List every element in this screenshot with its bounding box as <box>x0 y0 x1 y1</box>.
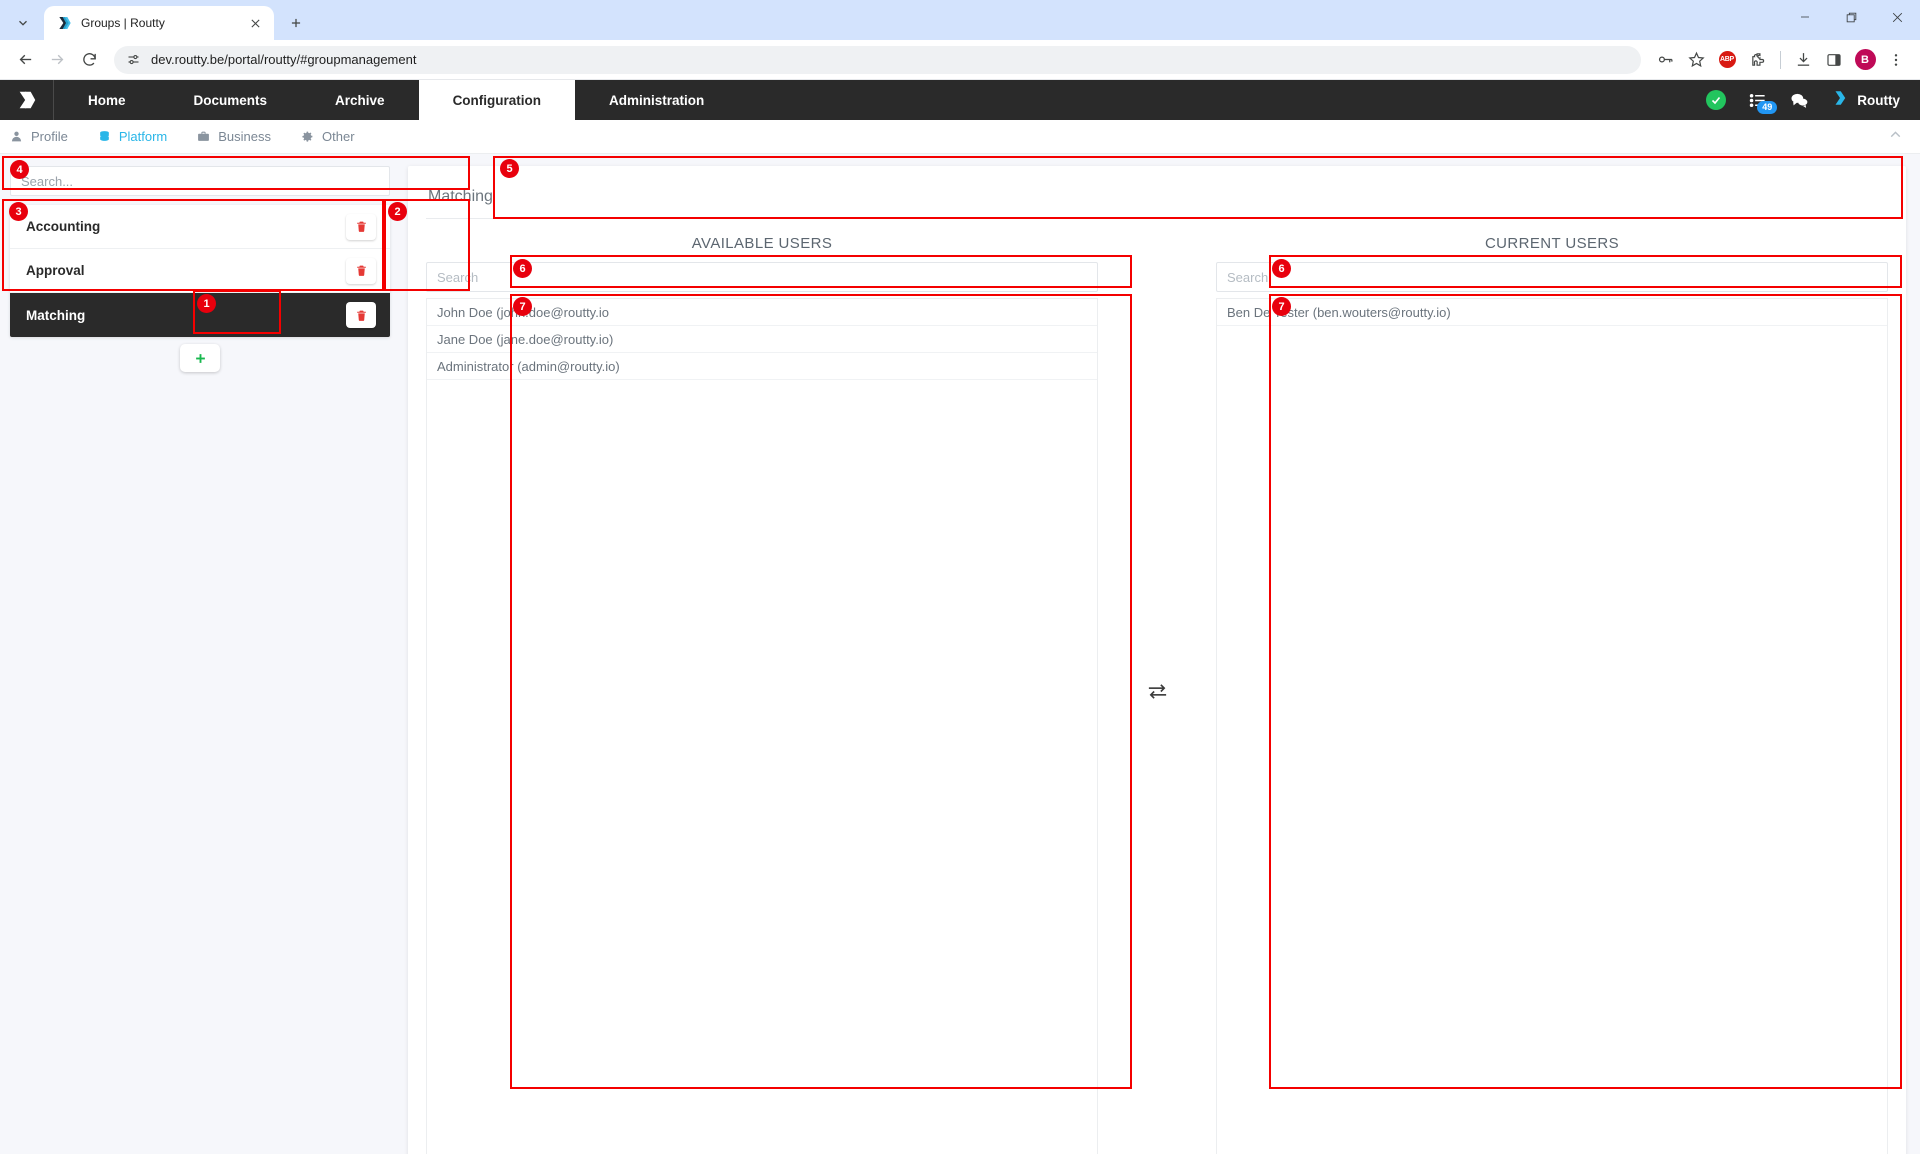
close-window-icon[interactable] <box>1874 0 1920 34</box>
nav-user[interactable]: Routty <box>1831 88 1900 113</box>
add-group-button[interactable] <box>180 344 220 372</box>
available-users-column: AVAILABLE USERS John Doe (john.doe@routt… <box>426 229 1098 1154</box>
annotation-badge-5: 5 <box>500 159 519 178</box>
group-name-input[interactable] <box>426 180 1888 219</box>
nav-user-name: Routty <box>1857 93 1900 108</box>
downloads-icon[interactable] <box>1789 46 1817 74</box>
current-users-search-input[interactable] <box>1216 262 1888 292</box>
close-icon[interactable] <box>246 14 264 32</box>
group-list: Accounting Approval Matching <box>10 205 390 337</box>
database-icon <box>98 130 111 143</box>
app-top-nav: Home Documents Archive Configuration Adm… <box>0 80 1920 120</box>
side-panel-icon[interactable] <box>1820 46 1848 74</box>
available-users-list[interactable]: John Doe (john.doe@routty.io Jane Doe (j… <box>426 298 1098 1154</box>
password-key-icon[interactable] <box>1651 46 1679 74</box>
routty-logo-icon <box>56 15 72 31</box>
new-tab-button[interactable] <box>282 9 310 37</box>
available-users-title: AVAILABLE USERS <box>426 229 1098 262</box>
delete-group-button[interactable] <box>346 214 376 240</box>
group-detail-card: AVAILABLE USERS John Doe (john.doe@routt… <box>408 166 1906 1154</box>
sub-nav-label-business: Business <box>218 129 271 144</box>
arrow-left-icon[interactable] <box>10 45 40 75</box>
routty-chevron-logo[interactable] <box>0 80 54 120</box>
url-text: dev.routty.be/portal/routty/#groupmanage… <box>151 52 1629 67</box>
add-group-row <box>10 344 390 372</box>
annotation-badge-1: 1 <box>197 294 216 313</box>
briefcase-icon <box>197 130 210 143</box>
browser-tab[interactable]: Groups | Routty <box>44 6 274 40</box>
annotation-badge-7-current: 7 <box>1272 297 1291 316</box>
group-row[interactable]: Accounting <box>10 205 390 249</box>
tune-icon[interactable] <box>126 52 141 67</box>
status-ok-badge <box>1706 90 1726 110</box>
sub-nav-item-business[interactable]: Business <box>197 129 271 144</box>
toolbar-divider <box>1780 51 1781 69</box>
annotation-badge-2: 2 <box>388 202 407 221</box>
task-count-badge: 49 <box>1757 101 1777 114</box>
group-name-label: Accounting <box>26 219 100 234</box>
minimize-icon[interactable] <box>1782 0 1828 34</box>
group-management-page: Accounting Approval Matching <box>0 154 1920 1154</box>
sub-nav-item-other[interactable]: Other <box>301 129 355 144</box>
profile-avatar[interactable]: B <box>1851 46 1879 74</box>
delete-group-button[interactable] <box>346 302 376 328</box>
browser-tab-strip: Groups | Routty <box>0 0 1920 40</box>
sub-nav-item-platform[interactable]: Platform <box>98 129 167 144</box>
tab-title: Groups | Routty <box>81 16 237 30</box>
sub-nav-label-other: Other <box>322 129 355 144</box>
exchange-arrows-icon[interactable] <box>1146 680 1169 708</box>
list-item[interactable]: Jane Doe (jane.doe@routty.io) <box>427 326 1097 353</box>
browser-toolbar: dev.routty.be/portal/routty/#groupmanage… <box>0 40 1920 80</box>
dual-list-container: AVAILABLE USERS John Doe (john.doe@routt… <box>426 229 1888 1154</box>
nav-right-group: 49 Routty <box>1706 80 1920 120</box>
annotation-badge-3: 3 <box>9 202 28 221</box>
sub-nav-item-profile[interactable]: Profile <box>10 129 68 144</box>
nav-item-home[interactable]: Home <box>54 80 160 120</box>
app-sub-nav: Profile Platform Business Other <box>0 120 1920 154</box>
group-name-label: Approval <box>26 263 85 278</box>
reload-icon[interactable] <box>74 45 104 75</box>
nav-item-administration[interactable]: Administration <box>575 80 738 120</box>
sub-nav-label-platform: Platform <box>119 129 167 144</box>
group-search-input[interactable] <box>10 166 390 196</box>
annotation-badge-7-available: 7 <box>513 297 532 316</box>
current-users-column: CURRENT USERS Ben De Tester (ben.wouters… <box>1216 229 1888 1154</box>
bookmark-star-icon[interactable] <box>1682 46 1710 74</box>
annotation-badge-6-current: 6 <box>1272 259 1291 278</box>
task-list-icon[interactable]: 49 <box>1748 91 1767 110</box>
list-item[interactable]: Administrator (admin@routty.io) <box>427 353 1097 380</box>
routty-chevron-logo-small <box>1831 88 1849 113</box>
sub-nav-label-profile: Profile <box>31 129 68 144</box>
check-circle-icon[interactable] <box>1706 90 1726 110</box>
profile-initial: B <box>1855 49 1876 70</box>
delete-group-button[interactable] <box>346 258 376 284</box>
annotation-badge-4: 4 <box>10 160 29 179</box>
annotation-badge-6-available: 6 <box>513 259 532 278</box>
swap-users-column <box>1098 229 1216 1154</box>
tab-search-icon[interactable] <box>6 6 40 40</box>
nav-item-archive[interactable]: Archive <box>301 80 419 120</box>
chrome-menu-icon[interactable] <box>1882 46 1910 74</box>
chat-bubbles-icon[interactable] <box>1789 90 1809 110</box>
adblock-plus-icon[interactable]: ABP <box>1713 46 1741 74</box>
list-item[interactable]: Ben De Tester (ben.wouters@routty.io) <box>1217 299 1887 326</box>
person-icon <box>10 130 23 143</box>
gear-icon <box>301 130 314 143</box>
current-users-list[interactable]: Ben De Tester (ben.wouters@routty.io) <box>1216 298 1888 1154</box>
group-name-label: Matching <box>26 308 85 323</box>
maximize-icon[interactable] <box>1828 0 1874 34</box>
chevron-up-icon[interactable] <box>1887 126 1904 148</box>
adblock-plus-label: ABP <box>1719 51 1736 68</box>
toolbar-icon-group: ABP B <box>1651 46 1910 74</box>
nav-item-documents[interactable]: Documents <box>160 80 302 120</box>
address-bar[interactable]: dev.routty.be/portal/routty/#groupmanage… <box>114 46 1641 74</box>
extensions-puzzle-icon[interactable] <box>1744 46 1772 74</box>
current-users-title: CURRENT USERS <box>1216 229 1888 262</box>
arrow-right-icon[interactable] <box>42 45 72 75</box>
window-controls <box>1782 0 1920 34</box>
group-row[interactable]: Approval <box>10 249 390 293</box>
group-list-panel: Accounting Approval Matching <box>10 166 390 1154</box>
nav-item-configuration[interactable]: Configuration <box>419 80 575 120</box>
